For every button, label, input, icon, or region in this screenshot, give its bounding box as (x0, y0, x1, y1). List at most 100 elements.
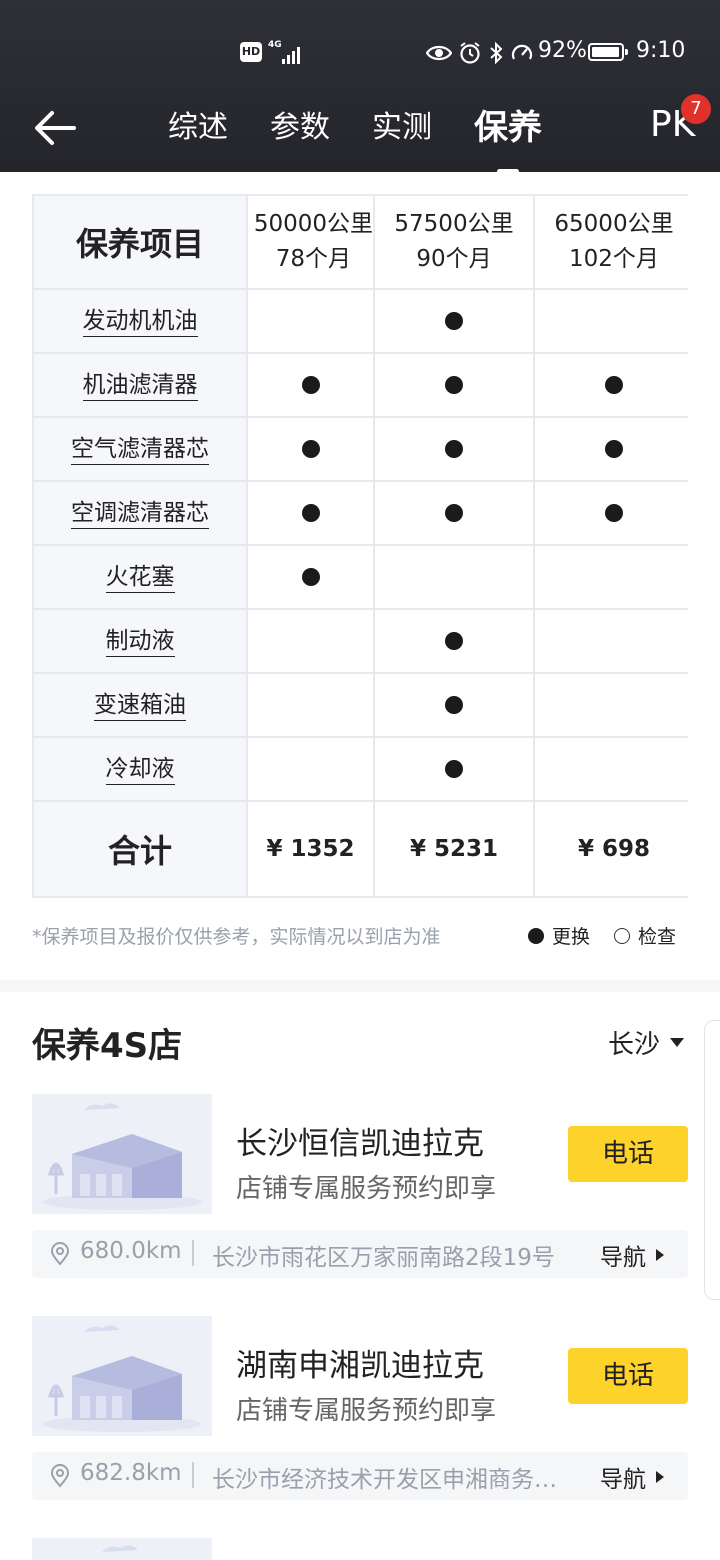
shop-name: 长沙恒信凯迪拉克 (236, 1126, 484, 1162)
navigate-button[interactable]: 导航 (600, 1238, 664, 1272)
mark-cell (248, 610, 375, 674)
table-row: 机油滤清器 (32, 354, 688, 418)
shop-distance: 682.8km (80, 1460, 182, 1486)
column-header[interactable]: 65000公里 102个月 (535, 194, 688, 290)
signal-icon: 4G (268, 40, 304, 66)
shop-card[interactable]: 湖南申湘凯迪拉克 店铺专属服务预约即享 电话 682.8km 长沙市经济技术开发区申湘商… (32, 1316, 688, 1502)
item-label-cell: 发动机机油 (32, 290, 248, 354)
legend-check: 检查 (638, 926, 677, 948)
location-bar: 682.8km 长沙市经济技术开发区申湘商务… 导航 (32, 1452, 688, 1500)
shop-image (32, 1538, 212, 1560)
maintenance-item-link[interactable]: 变速箱油 (94, 690, 186, 721)
replace-dot-icon (301, 504, 320, 522)
tab-tests[interactable]: 实测 (372, 104, 432, 164)
battery-percent: 92% (538, 38, 587, 63)
side-pull-tab[interactable] (704, 1020, 720, 1300)
separator (192, 1240, 194, 1266)
maintenance-item-link[interactable]: 火花塞 (105, 562, 175, 593)
shop-address: 长沙市经济技术开发区申湘商务… (212, 1467, 557, 1493)
mark-cell (535, 674, 688, 738)
mark-cell (375, 418, 535, 482)
tab-maintenance[interactable]: 保养 (474, 104, 542, 174)
disclaimer-note: *保养项目及报价仅供参考，实际情况以到店为准 (32, 926, 441, 948)
mark-cell (375, 738, 535, 802)
call-button[interactable]: 电话 (568, 1126, 688, 1182)
pk-count-badge: 7 (681, 94, 711, 124)
mark-cell (535, 482, 688, 546)
replace-dot-icon (301, 568, 320, 586)
mark-cell (375, 610, 535, 674)
maintenance-item-link[interactable]: 发动机机油 (82, 306, 198, 337)
city-selector[interactable]: 长沙 (608, 1024, 685, 1061)
maintenance-item-link[interactable]: 机油滤清器 (82, 370, 198, 401)
shop-address: 长沙市雨花区万家丽南路2段19号 (212, 1245, 555, 1271)
item-label-cell: 制动液 (32, 610, 248, 674)
table-row: 火花塞 (32, 546, 688, 610)
total-cell: ¥ 1352 (248, 802, 375, 898)
replace-dot-icon (445, 312, 463, 330)
tab-params[interactable]: 参数 (270, 104, 330, 164)
maintenance-table: 保养项目 50000公里 78个月 57500公里 90个月 65000公里 1… (32, 194, 688, 898)
mark-cell (248, 290, 375, 354)
mark-cell (375, 290, 535, 354)
replace-dot-icon (301, 376, 320, 394)
total-price: ¥ 1352 (266, 836, 355, 862)
column-months: 90个月 (416, 246, 492, 272)
total-price: ¥ 698 (577, 836, 651, 862)
back-arrow-icon (35, 111, 76, 145)
column-months: 78个月 (275, 246, 352, 272)
total-price: ¥ 5231 (409, 836, 499, 862)
item-label-cell: 变速箱油 (32, 674, 248, 738)
maintenance-item-link[interactable]: 空调滤清器芯 (71, 498, 209, 529)
dropdown-triangle-icon (670, 1038, 685, 1047)
maintenance-item-link[interactable]: 空气滤清器芯 (71, 434, 209, 465)
mark-cell (375, 546, 535, 610)
call-button[interactable]: 电话 (568, 1348, 688, 1404)
shop-subtitle: 店铺专属服务预约即享 (236, 1396, 497, 1426)
shop-card[interactable]: 长沙恒信凯迪拉克 店铺专属服务预约即享 电话 680.0km 长沙市雨花区万家丽南路2段… (32, 1094, 688, 1280)
maintenance-item-link[interactable]: 冷却液 (105, 754, 175, 785)
mark-cell (375, 482, 535, 546)
mark-cell (248, 546, 375, 610)
tab-overview[interactable]: 综述 (168, 104, 228, 164)
play-triangle-icon (656, 1249, 664, 1261)
table-row: 空气滤清器芯 (32, 418, 688, 482)
item-label-cell: 空调滤清器芯 (32, 482, 248, 546)
item-label-cell: 火花塞 (32, 546, 248, 610)
separator (192, 1462, 194, 1488)
replace-dot-icon (605, 440, 623, 458)
maintenance-items-heading: 保养项目 (75, 225, 204, 263)
table-row: 变速箱油 (32, 674, 688, 738)
status-icons (426, 40, 534, 66)
top-header: HD 4G 92% 9:10 综述 参数 实测 保养 PK 7 (0, 0, 720, 174)
replace-dot-icon (605, 376, 623, 394)
replace-dot-icon (445, 376, 463, 394)
replace-dot-icon (445, 440, 463, 458)
speed-icon (511, 44, 533, 60)
location-pin-icon (50, 1464, 70, 1488)
shop-image (32, 1094, 212, 1214)
mark-cell (535, 546, 688, 610)
mark-cell (248, 354, 375, 418)
column-header[interactable]: 50000公里 78个月 (248, 194, 375, 290)
location-bar: 680.0km 长沙市雨花区万家丽南路2段19号 导航 (32, 1230, 688, 1278)
replace-dot-icon (445, 760, 463, 778)
bluetooth-icon (490, 41, 503, 65)
check-circle-icon (614, 927, 631, 944)
network-type: 4G (268, 40, 282, 50)
back-button[interactable] (32, 108, 78, 148)
maintenance-item-link[interactable]: 制动液 (105, 626, 175, 657)
item-label-cell: 冷却液 (32, 738, 248, 802)
column-header[interactable]: 57500公里 90个月 (375, 194, 535, 290)
mark-cell (535, 354, 688, 418)
alarm-icon (460, 42, 480, 64)
section-divider (0, 980, 720, 992)
total-label: 合计 (107, 832, 172, 870)
table-row: 制动液 (32, 610, 688, 674)
navigate-button[interactable]: 导航 (600, 1460, 664, 1494)
column-months: 102个月 (569, 246, 659, 272)
table-header-row: 保养项目 50000公里 78个月 57500公里 90个月 65000公里 1… (32, 194, 688, 290)
mark-cell (535, 610, 688, 674)
mark-cell (248, 674, 375, 738)
mark-cell (535, 290, 688, 354)
